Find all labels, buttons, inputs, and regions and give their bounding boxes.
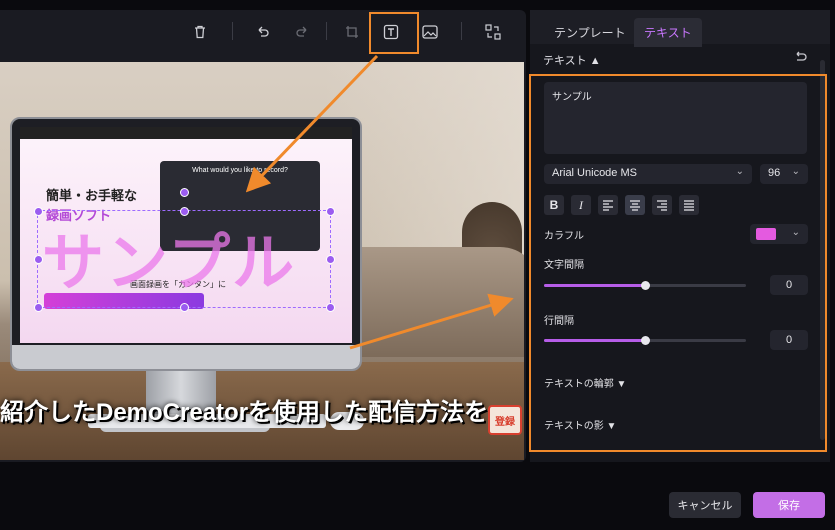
tab-text[interactable]: テキスト bbox=[634, 18, 702, 47]
overlay-text[interactable]: サンプル bbox=[42, 212, 296, 302]
cancel-button[interactable]: キャンセル bbox=[669, 492, 741, 518]
undo-icon[interactable] bbox=[251, 20, 275, 44]
record-dialog-title: What would you like to record? bbox=[192, 167, 288, 174]
text-section-title[interactable]: テキスト ▲ bbox=[543, 52, 601, 68]
tab-template[interactable]: テンプレート bbox=[544, 18, 636, 47]
crop-icon[interactable] bbox=[340, 20, 364, 44]
reset-icon[interactable] bbox=[794, 50, 808, 65]
tab-bar: テンプレート テキスト bbox=[530, 10, 830, 47]
resize-handle[interactable] bbox=[34, 303, 43, 312]
resize-handle[interactable] bbox=[326, 255, 335, 264]
trash-icon[interactable] bbox=[188, 20, 212, 44]
channel-stamp: 登録 bbox=[488, 405, 522, 435]
image-icon[interactable] bbox=[418, 20, 442, 44]
save-button[interactable]: 保存 bbox=[753, 492, 825, 518]
resize-handle[interactable] bbox=[180, 303, 189, 312]
swap-icon[interactable] bbox=[481, 20, 505, 44]
editor-toolbar bbox=[0, 10, 526, 54]
redo-icon[interactable] bbox=[290, 20, 314, 44]
caption-text: 紹介したDemoCreatorを使用した配信方法を bbox=[0, 399, 489, 426]
annotation-highlight-text-tool bbox=[369, 12, 419, 54]
resize-handle[interactable] bbox=[326, 303, 335, 312]
annotation-highlight-text-settings bbox=[529, 74, 827, 452]
rotate-handle[interactable] bbox=[180, 188, 189, 197]
preview-panel: 簡単・お手軽な 録画ソフト What would you like to rec… bbox=[0, 10, 526, 462]
resize-handle[interactable] bbox=[326, 207, 335, 216]
video-preview[interactable]: 簡単・お手軽な 録画ソフト What would you like to rec… bbox=[0, 62, 524, 460]
screen-title: 簡単・お手軽な bbox=[46, 188, 138, 203]
